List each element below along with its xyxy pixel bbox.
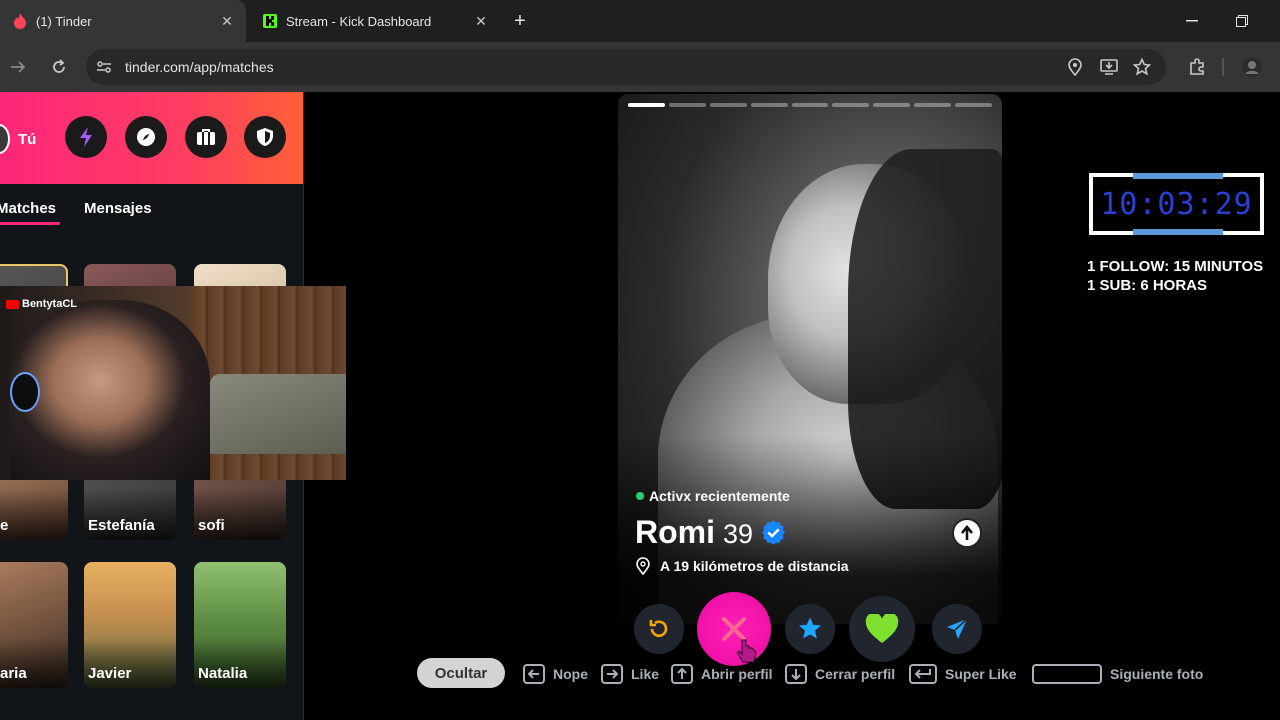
new-tab-icon[interactable]: + <box>508 10 532 32</box>
my-avatar[interactable] <box>0 124 10 154</box>
photo-progress-segment[interactable] <box>873 103 911 107</box>
url-text: tinder.com/app/matches <box>125 59 274 75</box>
promo-sub-line: 1 SUB: 6 HORAS <box>1087 277 1208 294</box>
arrow-left-key-icon <box>523 664 545 684</box>
profile-name-line: Romi 39 <box>635 514 786 551</box>
hint-like-label: Like <box>631 666 660 682</box>
profile-avatar-icon[interactable] <box>1241 56 1263 78</box>
webcam-overlay: BentytaCL <box>0 286 346 480</box>
reload-icon[interactable] <box>47 55 71 79</box>
close-tab-icon[interactable]: ✕ <box>216 10 238 32</box>
hint-nope: Nope <box>523 664 588 684</box>
photo-progress-segment[interactable] <box>668 103 706 107</box>
match-name: e <box>0 517 9 534</box>
tab-title: Stream - Kick Dashboard <box>286 13 432 29</box>
my-profile-label[interactable]: Tú <box>18 131 36 148</box>
photo-progress-segment[interactable] <box>750 103 788 107</box>
sidebar-header: Tú <box>0 92 303 184</box>
photo-progress-segment[interactable] <box>914 103 952 107</box>
match-name: Estefanía <box>88 517 155 534</box>
photo-progress-segment[interactable] <box>628 103 665 107</box>
youtube-icon <box>6 299 19 309</box>
tinder-flame-icon <box>12 13 28 29</box>
site-settings-icon[interactable] <box>94 57 114 77</box>
boost-bolt-icon[interactable] <box>65 116 107 158</box>
webcam-label: BentytaCL <box>6 298 77 310</box>
super-like-star-icon[interactable] <box>785 604 835 654</box>
arrow-down-key-icon <box>785 664 807 684</box>
headset-icon <box>10 372 40 412</box>
close-tab-icon[interactable]: ✕ <box>470 10 492 32</box>
restore-icon[interactable] <box>1228 8 1256 34</box>
hide-hints-button[interactable]: Ocultar <box>417 658 505 688</box>
hint-like: Like <box>601 664 659 684</box>
active-dot-icon <box>636 492 644 500</box>
minimize-icon[interactable] <box>1178 8 1206 34</box>
open-profile-arrow-icon[interactable] <box>952 518 982 548</box>
stream-timer: 10:03:29 <box>1089 173 1264 235</box>
photo-progress-segment[interactable] <box>709 103 747 107</box>
tab-title: (1) Tinder <box>36 13 92 29</box>
match-name: sofi <box>198 517 225 534</box>
keyboard-hints: Ocultar Nope Like Abrir perfil Cerrar pe… <box>0 656 1280 690</box>
hint-super-like-label: Super Like <box>945 666 1017 682</box>
webcam-person <box>10 300 210 480</box>
promo-follow-line: 1 FOLLOW: 15 MINUTOS <box>1087 258 1264 275</box>
tab-kick[interactable]: Stream - Kick Dashboard ✕ <box>250 0 500 42</box>
safety-shield-icon[interactable] <box>244 116 286 158</box>
hint-nope-label: Nope <box>553 666 588 682</box>
hint-close-profile-label: Cerrar perfil <box>815 666 896 682</box>
nope-button[interactable] <box>697 592 771 666</box>
bookmark-star-icon[interactable] <box>1131 57 1153 77</box>
photo-progress <box>628 103 993 107</box>
tab-tinder[interactable]: (1) Tinder ✕ <box>0 0 246 42</box>
card-shade <box>0 490 68 540</box>
stream-timer-value: 10:03:29 <box>1100 186 1253 222</box>
extensions-icon[interactable] <box>1186 56 1208 78</box>
profile-age: 39 <box>723 519 754 549</box>
location-pin-icon <box>636 557 650 575</box>
hint-close-profile: Cerrar perfil <box>785 664 895 684</box>
hint-super-like: Super Like <box>909 664 1017 684</box>
photo-progress-segment[interactable] <box>832 103 870 107</box>
hint-open-profile-label: Abrir perfil <box>701 666 773 682</box>
photo-progress-segment[interactable] <box>791 103 829 107</box>
profile-card[interactable]: Activx recientemente Romi 39 A 19 kilóme… <box>618 94 1002 624</box>
toolbar-divider <box>1222 58 1224 76</box>
sidebar-tabs: Matches Mensajes <box>0 198 303 225</box>
arrow-up-key-icon <box>671 664 693 684</box>
explore-compass-icon[interactable] <box>125 116 167 158</box>
send-message-icon[interactable] <box>932 604 982 654</box>
distance-text: A 19 kilómetros de distancia <box>660 558 849 574</box>
like-heart-icon[interactable] <box>849 596 915 662</box>
hint-next-photo: Siguiente foto <box>1032 664 1203 684</box>
photo-progress-segment[interactable] <box>955 103 993 107</box>
tab-matches[interactable]: Matches <box>0 200 61 225</box>
address-bar[interactable]: tinder.com/app/matches <box>86 49 1166 85</box>
briefcase-icon[interactable] <box>185 116 227 158</box>
hint-open-profile: Abrir perfil <box>671 664 773 684</box>
kick-logo-icon <box>262 13 278 29</box>
forward-icon[interactable] <box>6 55 30 79</box>
webcam-bed <box>210 374 346 454</box>
hint-next-photo-label: Siguiente foto <box>1110 666 1204 682</box>
install-app-icon[interactable] <box>1098 57 1120 77</box>
webcam-channel-name: BentytaCL <box>22 298 78 310</box>
active-status: Activx recientemente <box>636 488 790 504</box>
active-status-text: Activx recientemente <box>649 488 790 504</box>
arrow-right-key-icon <box>601 664 623 684</box>
enter-key-icon <box>909 664 937 684</box>
tab-mensajes[interactable]: Mensajes <box>84 200 152 217</box>
location-icon[interactable] <box>1064 57 1086 77</box>
space-key-icon <box>1032 664 1102 684</box>
action-buttons <box>0 592 1280 666</box>
profile-name: Romi <box>635 514 715 550</box>
browser-tab-bar: (1) Tinder ✕ Stream - Kick Dashboard ✕ + <box>0 0 1280 42</box>
distance-line: A 19 kilómetros de distancia <box>636 557 849 575</box>
stream-promo: 1 FOLLOW: 15 MINUTOS 1 SUB: 6 HORAS <box>1087 257 1263 295</box>
verified-badge-icon <box>762 520 786 545</box>
rewind-icon[interactable] <box>634 604 684 654</box>
browser-toolbar: tinder.com/app/matches <box>0 42 1280 92</box>
